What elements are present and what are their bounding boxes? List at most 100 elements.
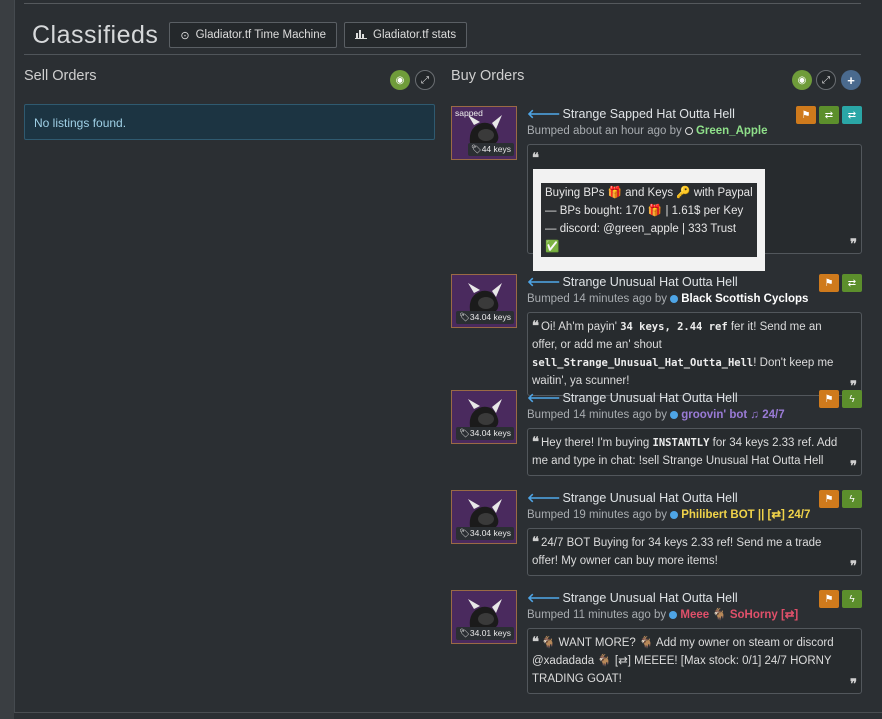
sell-orders-title: Sell Orders <box>24 68 97 84</box>
description-price: 34 keys, 2.44 ref <box>620 321 728 333</box>
time-machine-label: Gladiator.tf Time Machine <box>195 29 326 41</box>
online-status-icon <box>670 510 679 519</box>
clock-icon: ⊙ <box>180 29 190 42</box>
open-quote-icon: ❝ <box>532 434 539 449</box>
bumped-text: Bumped 11 minutes ago by <box>527 609 667 621</box>
eye-icon: ◉ <box>395 74 405 86</box>
price-tag: 🏷34.04 keys <box>456 311 514 324</box>
listing-description: ❝ Oi! Ah'm payin' 34 keys, 2.44 ref fer i… <box>527 312 862 396</box>
instant-trade-button[interactable]: ϟ <box>842 390 862 408</box>
close-quote-icon: ❞ <box>850 236 857 251</box>
user-name[interactable]: Green_Apple <box>696 125 768 137</box>
trade-offer-button[interactable]: ⇄ <box>819 106 839 124</box>
listing-title[interactable]: Strange Unusual Hat Outta Hell <box>563 275 738 289</box>
item-thumbnail[interactable]: 🏷34.04 keys <box>451 490 517 544</box>
arrow-left-icon: 🡐 <box>527 275 561 289</box>
sell-visibility-toggle[interactable]: ◉ <box>390 70 410 90</box>
bumped-text: Bumped 14 minutes ago by <box>527 409 668 421</box>
item-thumbnail[interactable]: 🏷34.04 keys <box>451 390 517 444</box>
teal-trade-button[interactable]: ⇄ <box>842 106 862 124</box>
top-divider <box>24 3 861 4</box>
expand-icon: ⤢ <box>822 74 830 86</box>
description-command: sell_Strange_Unusual_Hat_Outta_Hell <box>532 357 754 369</box>
close-quote-icon: ❞ <box>850 676 857 691</box>
stats-label: Gladiator.tf stats <box>373 29 457 41</box>
bumped-text: Bumped about an hour ago by <box>527 125 682 137</box>
exchange-icon: ⇄ <box>847 277 857 289</box>
listing-description: ❝ Hey there! I'm buying INSTANTLY for 34 … <box>527 428 862 476</box>
report-flag-button[interactable]: ⚑ <box>796 106 816 124</box>
no-listings-alert: No listings found. <box>24 104 435 140</box>
description-text: Oi! Ah'm payin' <box>541 321 617 333</box>
instant-trade-button[interactable]: ϟ <box>842 590 862 608</box>
online-status-icon <box>670 410 679 419</box>
close-quote-icon: ❞ <box>850 458 857 473</box>
user-name[interactable]: Black Scottish Cyclops <box>681 293 808 305</box>
flag-icon: ⚑ <box>801 109 811 121</box>
bumped-text: Bumped 14 minutes ago by <box>527 293 668 305</box>
arrow-left-icon: 🡐 <box>527 391 561 405</box>
user-name[interactable]: Philibert BOT || [⇄] 24/7 <box>681 509 810 521</box>
buy-expand-button[interactable]: ⤢ <box>816 70 836 90</box>
report-flag-button[interactable]: ⚑ <box>819 274 839 292</box>
stats-button[interactable]: Gladiator.tf stats <box>344 22 468 48</box>
trade-offer-button[interactable]: ⇄ <box>842 274 862 292</box>
close-quote-icon: ❞ <box>850 558 857 573</box>
user-name[interactable]: Meee 🐐 SoHorny [⇄] <box>680 609 798 621</box>
description-banner: Buying BPs 🎁 and Keys 🔑 with Paypal — BP… <box>533 169 765 271</box>
arrow-left-icon: 🡐 <box>527 491 561 505</box>
buy-orders-title: Buy Orders <box>451 68 525 84</box>
item-thumbnail[interactable]: 🏷34.01 keys <box>451 590 517 644</box>
open-quote-icon: ❝ <box>532 634 539 649</box>
arrow-left-icon: 🡐 <box>527 591 561 605</box>
online-status-icon <box>669 610 678 619</box>
price-value: 44 keys <box>481 144 511 154</box>
item-thumbnail[interactable]: 🏷34.04 keys <box>451 274 517 328</box>
header-divider <box>24 54 861 55</box>
flag-icon: ⚑ <box>824 593 834 605</box>
price-tag: 🏷34.04 keys <box>456 427 514 440</box>
price-tag: 🏷44 keys <box>467 143 514 156</box>
lightning-icon: ϟ <box>849 393 855 405</box>
plus-icon: + <box>847 72 855 88</box>
listing-title[interactable]: Strange Unusual Hat Outta Hell <box>563 391 738 405</box>
price-value: 34.04 keys <box>469 428 511 438</box>
add-buy-order-button[interactable]: + <box>841 70 861 90</box>
description-line: — BPs bought: 170 🎁 | 1.61$ per Key <box>545 205 744 217</box>
listing-description: ❝ 🐐 WANT MORE? 🐐 Add my owner on steam or… <box>527 628 862 694</box>
listing-description: ❝ Buying BPs 🎁 and Keys 🔑 with Paypal — … <box>527 144 862 271</box>
open-quote-icon: ❝ <box>532 318 539 333</box>
description-highlight: INSTANTLY <box>652 437 710 449</box>
user-name[interactable]: groovin' bot ♫ 24/7 <box>681 409 784 421</box>
price-value: 34.04 keys <box>469 312 511 322</box>
time-machine-button[interactable]: ⊙ Gladiator.tf Time Machine <box>169 22 337 48</box>
listing-title[interactable]: Strange Sapped Hat Outta Hell <box>563 107 735 121</box>
item-thumbnail[interactable]: sapped 🏷44 keys <box>451 106 517 160</box>
eye-icon: ◉ <box>797 74 807 86</box>
report-flag-button[interactable]: ⚑ <box>819 490 839 508</box>
online-status-icon <box>670 294 679 303</box>
exchange-icon: ⇄ <box>847 109 857 121</box>
open-quote-icon: ❝ <box>532 534 539 549</box>
flag-icon: ⚑ <box>824 493 834 505</box>
listing-title[interactable]: Strange Unusual Hat Outta Hell <box>563 591 738 605</box>
description-line: — discord: @green_apple | 333 Trust ✅ <box>545 223 737 253</box>
exchange-icon: ⇄ <box>824 109 834 121</box>
listing-title[interactable]: Strange Unusual Hat Outta Hell <box>563 491 738 505</box>
description-line: Buying BPs 🎁 and Keys 🔑 with Paypal <box>545 187 753 199</box>
report-flag-button[interactable]: ⚑ <box>819 390 839 408</box>
arrow-left-icon: 🡐 <box>527 107 561 121</box>
lightning-icon: ϟ <box>849 593 855 605</box>
flag-icon: ⚑ <box>824 277 834 289</box>
offline-status-icon <box>684 126 693 135</box>
buy-visibility-toggle[interactable]: ◉ <box>792 70 812 90</box>
bar-chart-icon <box>355 29 367 42</box>
instant-trade-button[interactable]: ϟ <box>842 490 862 508</box>
report-flag-button[interactable]: ⚑ <box>819 590 839 608</box>
bumped-text: Bumped 19 minutes ago by <box>527 509 668 521</box>
price-tag: 🏷34.01 keys <box>456 627 514 640</box>
lightning-icon: ϟ <box>849 493 855 505</box>
open-quote-icon: ❝ <box>532 150 539 165</box>
sell-expand-button[interactable]: ⤢ <box>415 70 435 90</box>
expand-icon: ⤢ <box>421 74 429 86</box>
